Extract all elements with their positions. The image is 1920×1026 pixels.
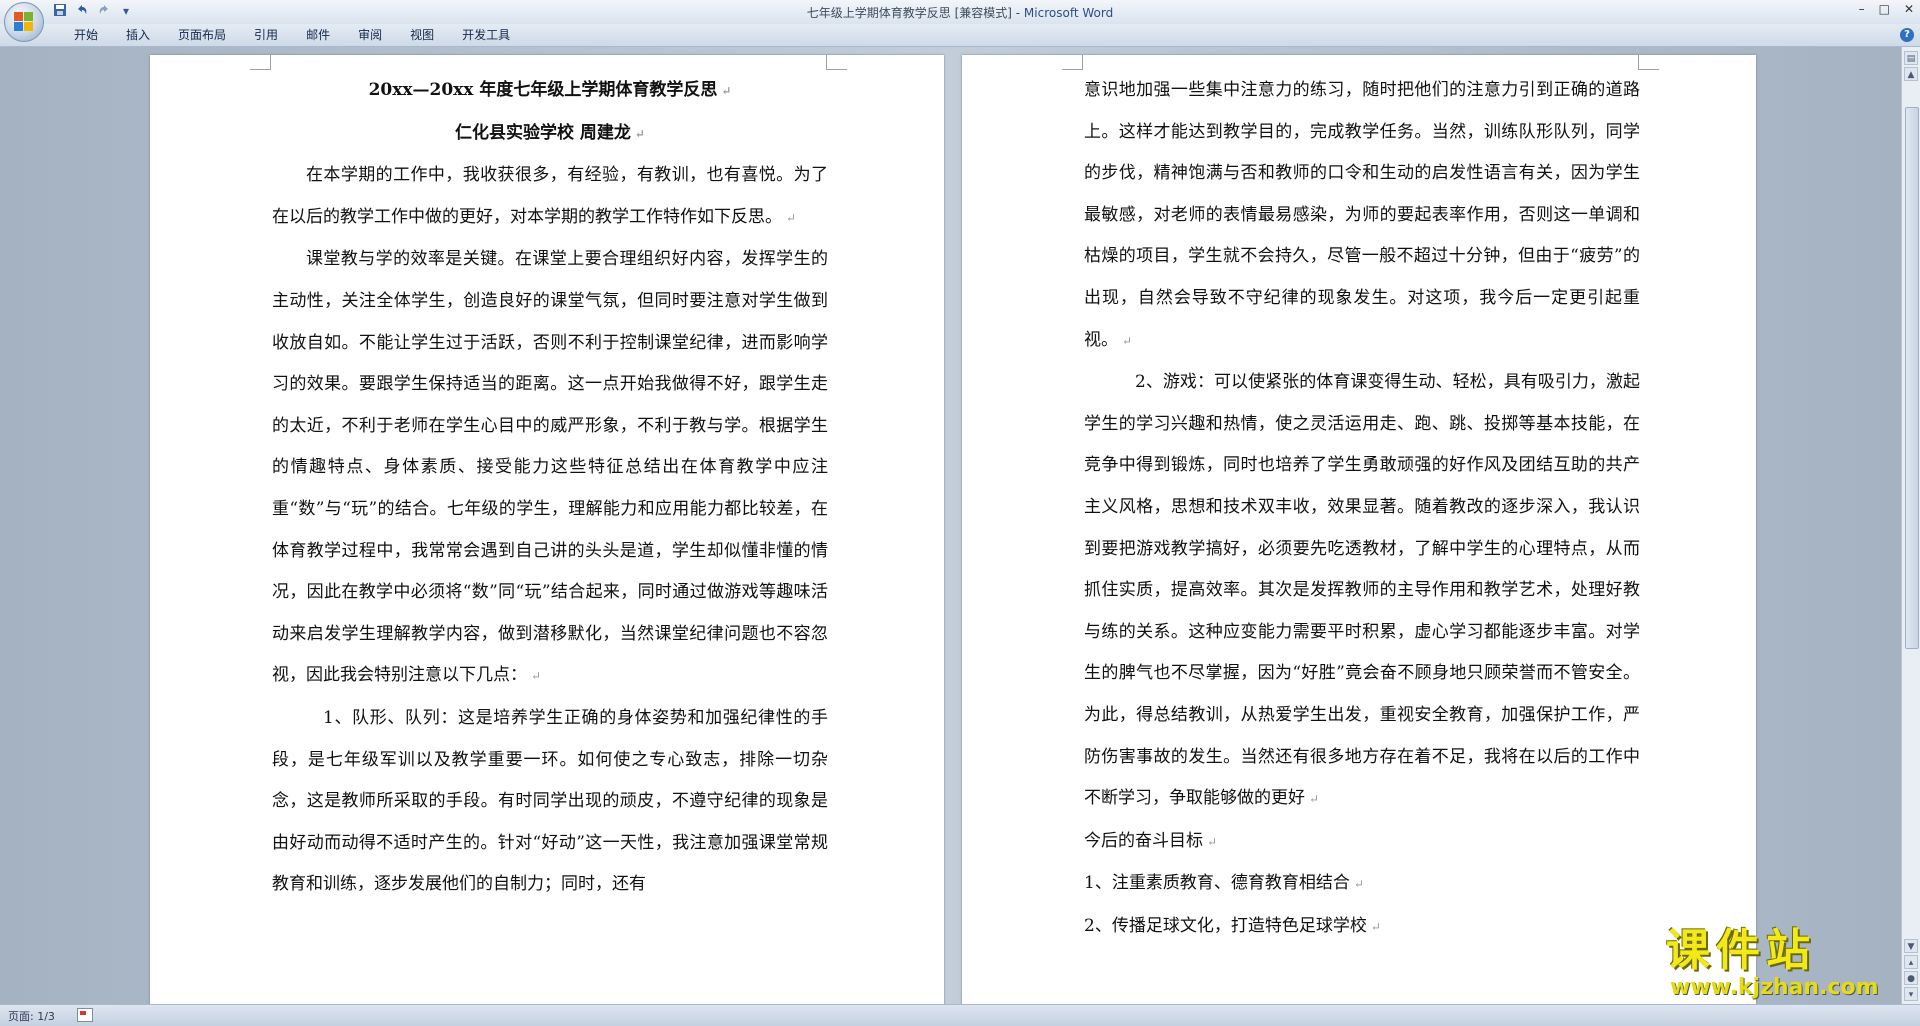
previous-page-icon[interactable]: ▴ <box>1904 955 1918 969</box>
tab-home[interactable]: 开始 <box>60 27 112 43</box>
title-bar: ▾ 七年级上学期体育教学反思 [兼容模式] - Microsoft Word –… <box>0 0 1920 24</box>
tab-mailings[interactable]: 邮件 <box>292 27 344 43</box>
paragraph: 在本学期的工作中，我收获很多，有经验，有教训，也有喜悦。为了在以后的教学工作中做… <box>272 165 828 227</box>
app-name: Microsoft Word <box>1023 6 1114 20</box>
scroll-thumb[interactable] <box>1905 107 1919 649</box>
goal-heading: 今后的奋斗目标 ↵ <box>1084 830 1218 851</box>
goal-item: 2、传播足球文化，打造特色足球学校 ↵ <box>1084 915 1381 936</box>
crop-mark <box>1638 55 1659 70</box>
paragraph: 1、队形、队列：这是培养学生正确的身体姿势和加强纪律性的手段，是七年级军训以及教… <box>272 707 828 895</box>
watermark-url: www.kjzhan.com <box>1670 975 1879 1000</box>
status-bar: 页面: 1/3 <box>0 1004 1920 1026</box>
vertical-scrollbar[interactable]: ▤ ▲ ▼ ▴ ● ▾ <box>1901 47 1920 1004</box>
paragraph: 课堂教与学的效率是关键。在课堂上要合理组织好内容，发挥学生的主动性，关注全体学生… <box>272 249 828 686</box>
scroll-up-icon[interactable]: ▲ <box>1904 67 1918 81</box>
page-right: 意识地加强一些集中注意力的练习，随时把他们的注意力引到正确的道路上。这样才能达到… <box>962 55 1756 1004</box>
ribbon-tab-row: 开始 插入 页面布局 引用 邮件 审阅 视图 开发工具 ? <box>0 24 1920 47</box>
crop-mark <box>826 55 847 70</box>
close-button[interactable]: ✕ <box>1904 2 1914 16</box>
tab-references[interactable]: 引用 <box>240 27 292 43</box>
watermark-name: 课件站 <box>1666 925 1816 976</box>
scroll-down-icon[interactable]: ▼ <box>1904 939 1918 953</box>
tab-insert[interactable]: 插入 <box>112 27 164 43</box>
page-right-text[interactable]: 意识地加强一些集中注意力的练习，随时把他们的注意力引到正确的道路上。这样才能达到… <box>1084 70 1640 948</box>
tab-page-layout[interactable]: 页面布局 <box>164 27 240 43</box>
watermark-logo: 课件站 www.kjzhan.com <box>1666 926 1900 1006</box>
crop-mark <box>250 55 271 70</box>
page-left-text[interactable]: 20xx—20xx 年度七年级上学期体育教学反思 ↵ 仁化县实验学校 周建龙 ↵ 在… <box>272 70 828 906</box>
crop-mark <box>1062 55 1083 70</box>
office-logo-icon <box>14 12 34 32</box>
paragraph: 意识地加强一些集中注意力的练习，随时把他们的注意力引到正确的道路上。这样才能达到… <box>1084 80 1640 350</box>
browse-object-icon[interactable]: ● <box>1904 971 1918 985</box>
ribbon-tabs: 开始 插入 页面布局 引用 邮件 审阅 视图 开发工具 <box>60 27 524 43</box>
ruler-toggle-icon[interactable]: ▤ <box>1904 51 1918 65</box>
document-area: 20xx—20xx 年度七年级上学期体育教学反思 ↵ 仁化县实验学校 周建龙 ↵ 在… <box>0 47 1902 1004</box>
document-title: 七年级上学期体育教学反思 [兼容模式] - <box>806 6 1024 20</box>
proofing-status-icon[interactable] <box>77 1008 93 1022</box>
window-title: 七年级上学期体育教学反思 [兼容模式] - Microsoft Word <box>0 4 1920 21</box>
tab-view[interactable]: 视图 <box>396 27 448 43</box>
page-indicator[interactable]: 页面: 1/3 <box>8 1008 55 1024</box>
minimize-button[interactable]: – <box>1859 2 1865 16</box>
next-page-icon[interactable]: ▾ <box>1904 987 1918 1001</box>
maximize-button[interactable]: □ <box>1879 2 1890 16</box>
help-icon[interactable]: ? <box>1900 28 1914 42</box>
page-left: 20xx—20xx 年度七年级上学期体育教学反思 ↵ 仁化县实验学校 周建龙 ↵ 在… <box>150 55 944 1004</box>
tab-developer[interactable]: 开发工具 <box>448 27 524 43</box>
goal-item: 1、注重素质教育、德育教育相结合 ↵ <box>1084 873 1364 894</box>
document-author-line: 仁化县实验学校 周建龙 ↵ <box>455 122 645 143</box>
tab-review[interactable]: 审阅 <box>344 27 396 43</box>
window-controls: – □ ✕ <box>1859 2 1914 16</box>
office-button[interactable] <box>4 2 44 42</box>
paragraph: 2、游戏：可以使紧张的体育课变得生动、轻松，具有吸引力，激起学生的学习兴趣和热情… <box>1084 372 1640 809</box>
document-title-heading: 20xx—20xx 年度七年级上学期体育教学反思 ↵ <box>368 80 732 100</box>
